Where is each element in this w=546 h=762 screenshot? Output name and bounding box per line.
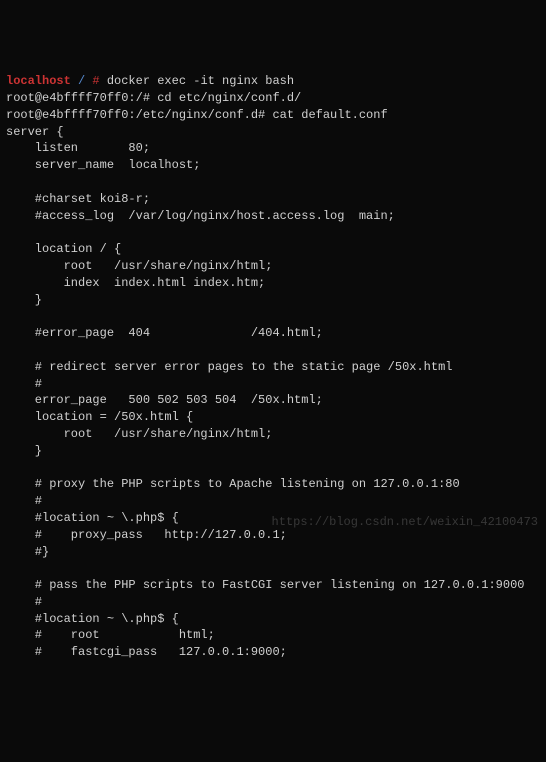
conf-line: # redirect server error pages to the sta…: [6, 360, 452, 374]
conf-line: #}: [6, 545, 49, 559]
conf-line: # proxy_pass http://127.0.0.1;: [6, 528, 287, 542]
prompt-line-2: root@e4bffff70ff0:/# cd etc/nginx/conf.d…: [6, 91, 301, 105]
prompt-line-3: root@e4bffff70ff0:/etc/nginx/conf.d# cat…: [6, 108, 388, 122]
conf-line: }: [6, 293, 42, 307]
command-text: docker exec -it nginx bash: [100, 74, 294, 88]
conf-line: error_page 500 502 503 504 /50x.html;: [6, 393, 323, 407]
prompt-line-1: localhost / # docker exec -it nginx bash: [6, 74, 294, 88]
conf-line: server_name localhost;: [6, 158, 200, 172]
conf-line: #: [6, 595, 42, 609]
conf-line: location = /50x.html {: [6, 410, 193, 424]
watermark-text: https://blog.csdn.net/weixin_42100473: [272, 514, 538, 531]
conf-line: # fastcgi_pass 127.0.0.1:9000;: [6, 645, 287, 659]
conf-line: #location ~ \.php$ {: [6, 511, 179, 525]
hostname: localhost: [6, 74, 71, 88]
conf-line: #error_page 404 /404.html;: [6, 326, 323, 340]
conf-line: # root html;: [6, 628, 215, 642]
conf-line: #access_log /var/log/nginx/host.access.l…: [6, 209, 395, 223]
conf-line: }: [6, 444, 42, 458]
conf-line: # pass the PHP scripts to FastCGI server…: [6, 578, 524, 592]
terminal-output[interactable]: localhost / # docker exec -it nginx bash…: [6, 73, 540, 661]
conf-line: #: [6, 377, 42, 391]
prompt-symbol: #: [92, 74, 99, 88]
conf-line: server {: [6, 125, 64, 139]
conf-line: # proxy the PHP scripts to Apache listen…: [6, 477, 460, 491]
conf-line: index index.html index.htm;: [6, 276, 265, 290]
conf-line: listen 80;: [6, 141, 150, 155]
conf-line: root /usr/share/nginx/html;: [6, 427, 272, 441]
conf-line: #location ~ \.php$ {: [6, 612, 179, 626]
conf-line: root /usr/share/nginx/html;: [6, 259, 272, 273]
conf-line: location / {: [6, 242, 121, 256]
conf-line: #: [6, 494, 42, 508]
conf-line: #charset koi8-r;: [6, 192, 150, 206]
